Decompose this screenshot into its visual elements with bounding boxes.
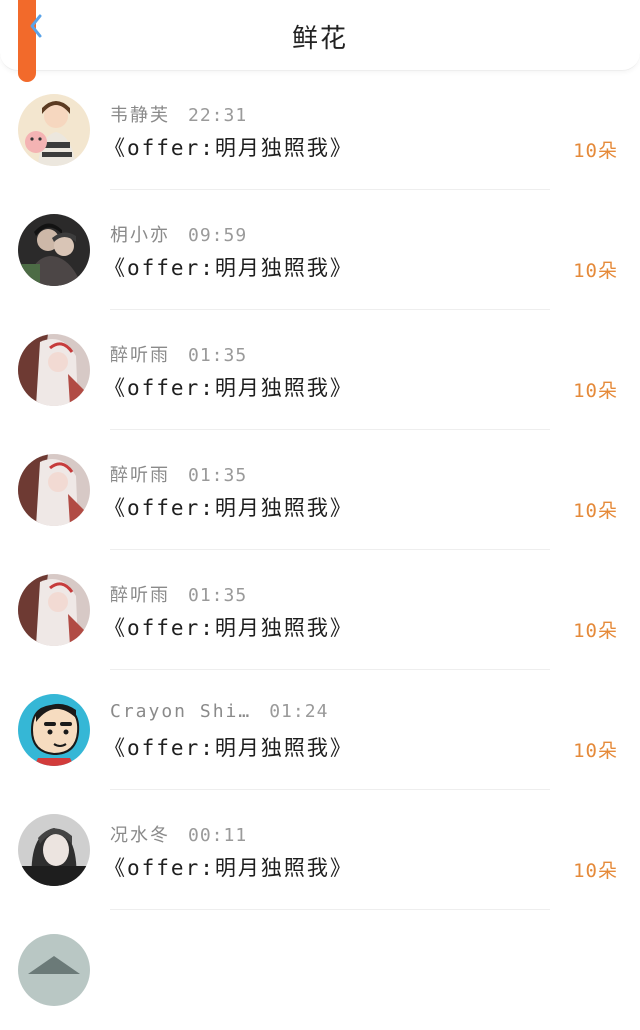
- list-item[interactable]: 况水冬 00:11 《offer:明月独照我》 10朵: [0, 790, 640, 910]
- list-item[interactable]: [0, 910, 640, 1030]
- timestamp: 01:35: [188, 585, 248, 606]
- timestamp: 00:11: [188, 825, 248, 846]
- book-title: 《offer:明月独照我》: [104, 376, 353, 400]
- list-item[interactable]: 韦静芙 22:31 《offer:明月独照我》 10朵: [0, 70, 640, 190]
- avatar[interactable]: [18, 334, 90, 406]
- flower-count: 10朵: [573, 620, 618, 642]
- sender-name: 韦静芙: [110, 105, 170, 126]
- book-title: 《offer:明月独照我》: [104, 736, 353, 760]
- list-item[interactable]: 醉听雨 01:35 《offer:明月独照我》 10朵: [0, 430, 640, 550]
- flower-count: 10朵: [573, 140, 618, 162]
- avatar[interactable]: [18, 574, 90, 646]
- list-item[interactable]: 醉听雨 01:35 《offer:明月独照我》 10朵: [0, 550, 640, 670]
- sender-line: Crayon Shi… 01:24: [110, 701, 328, 722]
- sender-name: 醉听雨: [110, 585, 170, 606]
- sender-line: 况水冬 00:11: [110, 821, 247, 847]
- book-title: 《offer:明月独照我》: [104, 256, 353, 280]
- sender-line: 枂小亦 09:59: [110, 221, 247, 247]
- list-item[interactable]: 枂小亦 09:59 《offer:明月独照我》 10朵: [0, 190, 640, 310]
- list-item[interactable]: Crayon Shi… 01:24 《offer:明月独照我》 10朵: [0, 670, 640, 790]
- timestamp: 09:59: [188, 225, 248, 246]
- flower-count: 10朵: [573, 380, 618, 402]
- flower-count: 10朵: [573, 740, 618, 762]
- book-title: 《offer:明月独照我》: [104, 136, 353, 160]
- sender-name: 醉听雨: [110, 345, 170, 366]
- sender-name: 况水冬: [110, 825, 170, 846]
- flower-list: 韦静芙 22:31 《offer:明月独照我》 10朵 枂小亦 09:59 《off…: [0, 70, 640, 1030]
- book-title: 《offer:明月独照我》: [104, 616, 353, 640]
- page-title: 鲜花: [291, 24, 348, 54]
- sender-line: 醉听雨 01:35: [110, 461, 247, 487]
- timestamp: 01:35: [188, 465, 248, 486]
- avatar[interactable]: [18, 454, 90, 526]
- flower-count: 10朵: [573, 500, 618, 522]
- sender-name: 醉听雨: [110, 465, 170, 486]
- avatar[interactable]: [18, 814, 90, 886]
- timestamp: 01:24: [269, 701, 329, 722]
- avatar[interactable]: [18, 694, 90, 766]
- avatar[interactable]: [18, 94, 90, 166]
- sender-line: 韦静芙 22:31: [110, 101, 247, 127]
- timestamp: 01:35: [188, 345, 248, 366]
- flower-count: 10朵: [573, 260, 618, 282]
- sender-line: 醉听雨 01:35: [110, 341, 247, 367]
- top-bar: 鲜花: [0, 0, 640, 82]
- avatar[interactable]: [18, 214, 90, 286]
- sender-name: 枂小亦: [110, 225, 170, 246]
- timestamp: 22:31: [188, 105, 248, 126]
- sender-name: Crayon Shi…: [110, 701, 252, 722]
- book-title: 《offer:明月独照我》: [104, 496, 353, 520]
- book-title: 《offer:明月独照我》: [104, 856, 353, 880]
- sender-line: 醉听雨 01:35: [110, 581, 247, 607]
- list-item[interactable]: 醉听雨 01:35 《offer:明月独照我》 10朵: [0, 310, 640, 430]
- avatar[interactable]: [18, 934, 90, 1006]
- flower-count: 10朵: [573, 860, 618, 882]
